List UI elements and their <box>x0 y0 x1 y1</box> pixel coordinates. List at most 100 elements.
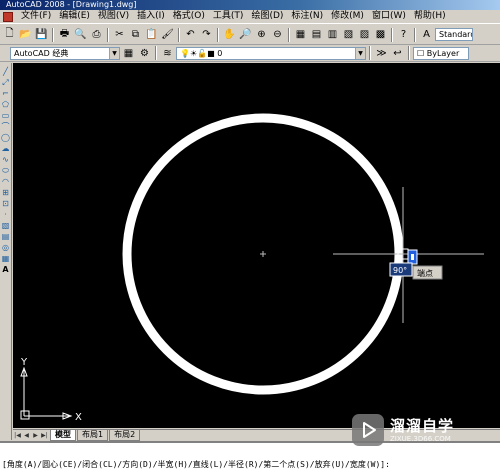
hatch-icon[interactable]: ▧ <box>0 221 11 231</box>
workspace-combo[interactable]: AutoCAD 经典 ▼ <box>10 46 120 60</box>
preview-icon[interactable]: 🔍 <box>73 27 88 42</box>
make-block-icon[interactable]: ⊡ <box>0 199 11 209</box>
layers-toolbar: AutoCAD 经典 ▼ ▦ ⚙ ≋ 💡☀🔓■ 0 ▼ ≫ ↩ ☐ ByLaye… <box>0 45 500 62</box>
layer-manager-icon[interactable]: ≋ <box>160 46 175 61</box>
toolbar-separator <box>391 27 393 42</box>
standard-toolbar: 🗋 📂 💾 🖶 🔍 ⎙ ✂ ⧉ 📋 🖌 ↶ ↷ ✋ 🔎 ⊕ ⊖ ▦ ▤ ▥ ▧ … <box>0 25 500 45</box>
ucs-y-label: Y <box>20 357 28 368</box>
arc-icon[interactable]: ⌒ <box>0 122 11 132</box>
layer-combo[interactable]: 💡☀🔓■ 0 ▼ <box>176 46 366 60</box>
command-prompt[interactable]: [角度(A)/圆心(CE)/闭合(CL)/方向(D)/半宽(H)/直线(L)/半… <box>2 459 498 471</box>
toolbar-separator <box>414 27 416 42</box>
multiline-text-icon[interactable]: A <box>0 265 11 275</box>
layer-previous-icon[interactable]: ↩ <box>390 46 405 61</box>
text-style-combo[interactable]: Standard <box>435 28 473 41</box>
play-logo-icon <box>352 414 384 446</box>
region-icon[interactable]: ◎ <box>0 243 11 253</box>
text-style-icon[interactable]: A <box>419 27 434 42</box>
first-tab-icon[interactable]: |◀ <box>13 431 22 441</box>
workspace-save-icon[interactable]: ⚙ <box>137 46 152 61</box>
insert-block-icon[interactable]: ⊞ <box>0 188 11 198</box>
draw-toolbar: ╱ ⤢ ⌐ ⬠ ▭ ⌒ ◯ ☁ ∿ ⬭ ◠ ⊞ ⊡ · ▧ ▤ ◎ ▦ A <box>0 63 12 440</box>
menu-help[interactable]: 帮助(H) <box>410 10 450 23</box>
snap-marker <box>407 249 418 265</box>
drawing-area[interactable]: 90° 端点 Y X <box>13 63 500 428</box>
cut-icon[interactable]: ✂ <box>112 27 127 42</box>
sheet-set-icon[interactable]: ▧ <box>341 27 356 42</box>
window-title: AutoCAD 2008 - [Drawing1.dwg] <box>6 0 137 9</box>
help-icon[interactable]: ? <box>396 27 411 42</box>
tab-layout2[interactable]: 布局2 <box>109 430 141 441</box>
tooltip-angle: 90° <box>393 266 407 275</box>
menu-dimension[interactable]: 标注(N) <box>287 10 327 23</box>
publish-icon[interactable]: ⎙ <box>89 27 104 42</box>
tab-model[interactable]: 模型 <box>50 430 76 441</box>
rectangle-icon[interactable]: ▭ <box>0 111 11 121</box>
watermark: 溜溜自学 ZIXUE.3D66.COM <box>352 405 466 455</box>
ellipse-arc-icon[interactable]: ◠ <box>0 177 11 187</box>
redo-icon[interactable]: ↷ <box>199 27 214 42</box>
line-icon[interactable]: ╱ <box>0 67 11 77</box>
open-file-icon[interactable]: 📂 <box>18 27 33 42</box>
new-file-icon[interactable]: 🗋 <box>2 27 17 42</box>
next-tab-icon[interactable]: ▶ <box>31 431 40 441</box>
menu-insert[interactable]: 插入(I) <box>133 10 169 23</box>
color-swatch-icon: ☐ <box>417 48 427 58</box>
toolbar-separator <box>107 27 109 42</box>
prev-tab-icon[interactable]: ◀ <box>22 431 31 441</box>
toolbar-separator <box>178 27 180 42</box>
drawing-canvas[interactable]: 90° 端点 Y X <box>13 63 500 428</box>
menu-view[interactable]: 视图(V) <box>94 10 133 23</box>
color-value: ByLayer <box>426 48 460 58</box>
menu-draw[interactable]: 绘图(D) <box>247 10 287 23</box>
tab-layout1[interactable]: 布局1 <box>77 430 109 441</box>
undo-icon[interactable]: ↶ <box>183 27 198 42</box>
zoom-realtime-icon[interactable]: 🔎 <box>238 27 253 42</box>
workspace-settings-icon[interactable]: ▦ <box>121 46 136 61</box>
watermark-title: 溜溜自学 <box>390 417 455 435</box>
calculator-icon[interactable]: ▩ <box>373 27 388 42</box>
properties-icon[interactable]: ▦ <box>293 27 308 42</box>
menu-window[interactable]: 窗口(W) <box>368 10 410 23</box>
paste-icon[interactable]: 📋 <box>144 27 159 42</box>
polygon-icon[interactable]: ⬠ <box>0 100 11 110</box>
pan-icon[interactable]: ✋ <box>222 27 237 42</box>
layer-value: 0 <box>217 48 223 58</box>
polyline-icon[interactable]: ⌐ <box>0 89 11 99</box>
gradient-icon[interactable]: ▤ <box>0 232 11 242</box>
toolbar-separator <box>288 27 290 42</box>
make-current-layer-icon[interactable]: ≫ <box>374 46 389 61</box>
menu-edit[interactable]: 编辑(E) <box>55 10 94 23</box>
markup-icon[interactable]: ▨ <box>357 27 372 42</box>
ucs-icon: Y X <box>20 357 82 423</box>
menu-modify[interactable]: 修改(M) <box>327 10 368 23</box>
ucs-x-label: X <box>75 412 82 423</box>
copy-icon[interactable]: ⧉ <box>128 27 143 42</box>
construction-line-icon[interactable]: ⤢ <box>0 78 11 88</box>
revision-cloud-icon[interactable]: ☁ <box>0 144 11 154</box>
circle-icon[interactable]: ◯ <box>0 133 11 143</box>
tool-palettes-icon[interactable]: ▥ <box>325 27 340 42</box>
menu-tools[interactable]: 工具(T) <box>209 10 248 23</box>
save-icon[interactable]: 💾 <box>34 27 49 42</box>
tooltip-label: 端点 <box>417 268 433 278</box>
point-icon[interactable]: · <box>0 210 11 220</box>
design-center-icon[interactable]: ▤ <box>309 27 324 42</box>
zoom-window-icon[interactable]: ⊕ <box>254 27 269 42</box>
spline-icon[interactable]: ∿ <box>0 155 11 165</box>
menu-bar: 文件(F) 编辑(E) 视图(V) 插入(I) 格式(O) 工具(T) 绘图(D… <box>0 10 500 24</box>
last-tab-icon[interactable]: ▶| <box>40 431 49 441</box>
color-combo[interactable]: ☐ ByLayer <box>413 46 469 60</box>
app-icon[interactable] <box>3 11 13 22</box>
menu-file[interactable]: 文件(F) <box>17 10 55 23</box>
print-icon[interactable]: 🖶 <box>57 27 72 42</box>
ellipse-icon[interactable]: ⬭ <box>0 166 11 176</box>
zoom-previous-icon[interactable]: ⊖ <box>270 27 285 42</box>
table-icon[interactable]: ▦ <box>0 254 11 264</box>
toolbar-separator <box>408 46 410 60</box>
snap-tooltip: 端点 <box>412 265 443 280</box>
menu-format[interactable]: 格式(O) <box>169 10 209 23</box>
match-properties-icon[interactable]: 🖌 <box>160 27 175 42</box>
chevron-down-icon[interactable]: ▼ <box>109 47 119 59</box>
chevron-down-icon[interactable]: ▼ <box>355 47 365 59</box>
